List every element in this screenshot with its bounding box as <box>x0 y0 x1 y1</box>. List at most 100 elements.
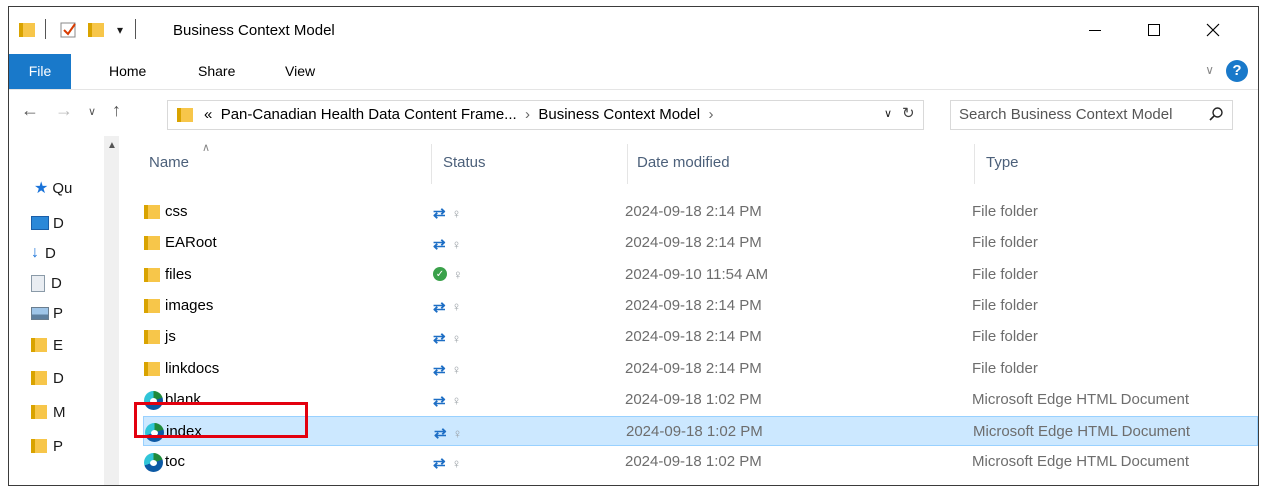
file-type: File folder <box>972 296 1038 314</box>
search-icon[interactable] <box>1208 106 1224 126</box>
tab-file[interactable]: File <box>9 54 71 89</box>
nav-item-label: Qu <box>52 179 73 197</box>
nav-item-pictures[interactable]: P <box>31 303 63 323</box>
new-folder-icon[interactable] <box>88 20 104 40</box>
file-status: ⇄ ♀ <box>433 361 461 379</box>
back-arrow-icon[interactable]: ← <box>21 100 39 121</box>
tab-home[interactable]: Home <box>109 54 146 89</box>
shared-person-icon: ♀ <box>452 425 463 441</box>
sync-pending-icon: ⇄ <box>433 236 446 254</box>
column-divider[interactable] <box>431 144 432 184</box>
help-icon[interactable]: ? <box>1226 60 1248 82</box>
nav-item-downloads[interactable]: ↓ D <box>31 243 56 263</box>
file-status: ⇄ ♀ <box>433 204 461 222</box>
file-name[interactable]: js <box>165 328 176 345</box>
nav-item-label: M <box>53 403 66 421</box>
download-icon: ↓ <box>31 244 39 261</box>
file-name[interactable]: toc <box>165 453 185 470</box>
nav-item-folder[interactable]: P <box>31 436 63 456</box>
table-row[interactable]: js ⇄ ♀ 2024-09-18 2:14 PM File folder <box>143 322 1258 352</box>
breadcrumb: « Pan-Canadian Health Data Content Frame… <box>204 106 713 123</box>
file-date-modified: 2024-09-18 2:14 PM <box>625 359 762 377</box>
up-arrow-icon[interactable]: ↑ <box>112 100 121 121</box>
customize-toolbar-icon[interactable]: ▾ <box>117 20 123 40</box>
sync-pending-icon: ⇄ <box>433 361 446 379</box>
table-row[interactable]: linkdocs ⇄ ♀ 2024-09-18 2:14 PM File folder <box>143 354 1258 384</box>
tab-share[interactable]: Share <box>198 54 235 89</box>
title-separator <box>135 19 136 39</box>
shared-person-icon: ♀ <box>451 330 462 346</box>
sync-pending-icon: ⇄ <box>433 455 446 473</box>
tab-view[interactable]: View <box>285 54 315 89</box>
breadcrumb-chevron-icon[interactable]: › <box>704 106 713 123</box>
file-type: Microsoft Edge HTML Document <box>972 453 1190 471</box>
file-name[interactable]: files <box>165 266 192 283</box>
file-type: File folder <box>972 359 1038 377</box>
nav-scrollbar[interactable]: ▲ <box>104 136 119 485</box>
folder-icon <box>177 108 193 122</box>
nav-item-folder[interactable]: M <box>31 402 66 422</box>
file-type: File folder <box>972 203 1038 220</box>
column-divider[interactable] <box>974 144 975 184</box>
search-input[interactable]: Search Business Context Model <box>959 106 1172 123</box>
file-date-modified: 2024-09-18 2:14 PM <box>625 328 762 346</box>
folder-icon <box>144 236 160 254</box>
recent-locations-chevron-icon[interactable]: ∨ <box>88 105 96 118</box>
nav-item-folder[interactable]: E <box>31 335 63 355</box>
forward-arrow-icon[interactable]: → <box>55 100 73 121</box>
folder-icon <box>144 205 160 223</box>
nav-item-label: D <box>45 244 56 262</box>
folder-icon <box>144 361 160 380</box>
table-row[interactable]: images ⇄ ♀ 2024-09-18 2:14 PM File folder <box>143 291 1258 321</box>
table-row[interactable]: css ⇄ ♀ 2024-09-18 2:14 PM File folder <box>143 197 1258 227</box>
file-name[interactable]: linkdocs <box>165 360 219 377</box>
navigation-bar: ← → ∨ ↑ « Pan-Canadian Health Data Conte… <box>9 90 1258 136</box>
expand-ribbon-chevron-icon[interactable]: ∨ <box>1205 63 1214 77</box>
file-status: ⇄ ♀ <box>433 392 461 410</box>
minimize-button[interactable] <box>1072 7 1118 53</box>
column-divider[interactable] <box>627 144 628 184</box>
table-row[interactable]: blank ⇄ ♀ 2024-09-18 1:02 PM Microsoft Edge … <box>143 385 1258 415</box>
scroll-up-icon[interactable]: ▲ <box>107 140 117 151</box>
close-button[interactable] <box>1190 7 1236 53</box>
breadcrumb-item[interactable]: Business Context Model <box>538 106 700 123</box>
breadcrumb-chevron-icon[interactable]: › <box>521 106 534 123</box>
nav-item-label: P <box>53 437 64 455</box>
shared-person-icon: ♀ <box>451 455 462 471</box>
address-history-chevron-icon[interactable]: ∨ <box>884 107 892 120</box>
file-status: ⇄ ♀ <box>433 298 461 316</box>
folder-icon <box>31 338 47 352</box>
table-row[interactable]: files ✓ ♀ 2024-09-10 11:54 AM File folder <box>143 260 1258 290</box>
available-check-icon: ✓ <box>433 267 447 282</box>
breadcrumb-item[interactable]: Pan-Canadian Health Data Content Frame..… <box>221 106 517 123</box>
highlight-box <box>134 402 308 438</box>
star-icon: ★ <box>34 180 49 197</box>
column-header-date-modified[interactable]: Date modified <box>637 154 730 171</box>
properties-check-icon[interactable] <box>60 20 78 40</box>
refresh-icon[interactable]: ↻ <box>902 104 915 122</box>
file-name[interactable]: EARoot <box>165 234 217 251</box>
column-header-name[interactable]: Name <box>149 154 189 171</box>
breadcrumb-overflow[interactable]: « <box>204 106 212 123</box>
file-type: File folder <box>972 234 1038 252</box>
file-name[interactable]: css <box>165 203 188 220</box>
file-name[interactable]: images <box>165 297 213 314</box>
maximize-button[interactable] <box>1131 7 1177 53</box>
nav-item-documents[interactable]: D <box>31 273 62 293</box>
folder-icon <box>144 267 160 286</box>
folder-icon <box>31 371 47 385</box>
column-header-type[interactable]: Type <box>986 154 1019 171</box>
file-status: ⇄ ♀ <box>433 235 461 253</box>
table-row[interactable]: toc ⇄ ♀ 2024-09-18 1:02 PM Microsoft Edge HT… <box>143 447 1258 477</box>
nav-item-desktop[interactable]: D <box>31 213 64 233</box>
nav-item-quick-access[interactable]: ★ Qu <box>34 178 72 198</box>
table-row[interactable]: EARoot ⇄ ♀ 2024-09-18 2:14 PM File folder <box>143 228 1258 258</box>
file-status: ⇄ ♀ <box>433 329 461 347</box>
address-bar[interactable]: « Pan-Canadian Health Data Content Frame… <box>167 100 924 130</box>
file-type: File folder <box>972 328 1038 346</box>
navigation-pane: ▲ ★ Qu D ↓ D D P E D M P <box>9 136 119 485</box>
table-row[interactable]: index ⇄ ♀ 2024-09-18 1:02 PM Microsoft Edge … <box>143 416 1258 447</box>
search-box[interactable]: Search Business Context Model <box>950 100 1233 130</box>
column-header-status[interactable]: Status <box>443 154 486 171</box>
nav-item-folder[interactable]: D <box>31 368 64 388</box>
